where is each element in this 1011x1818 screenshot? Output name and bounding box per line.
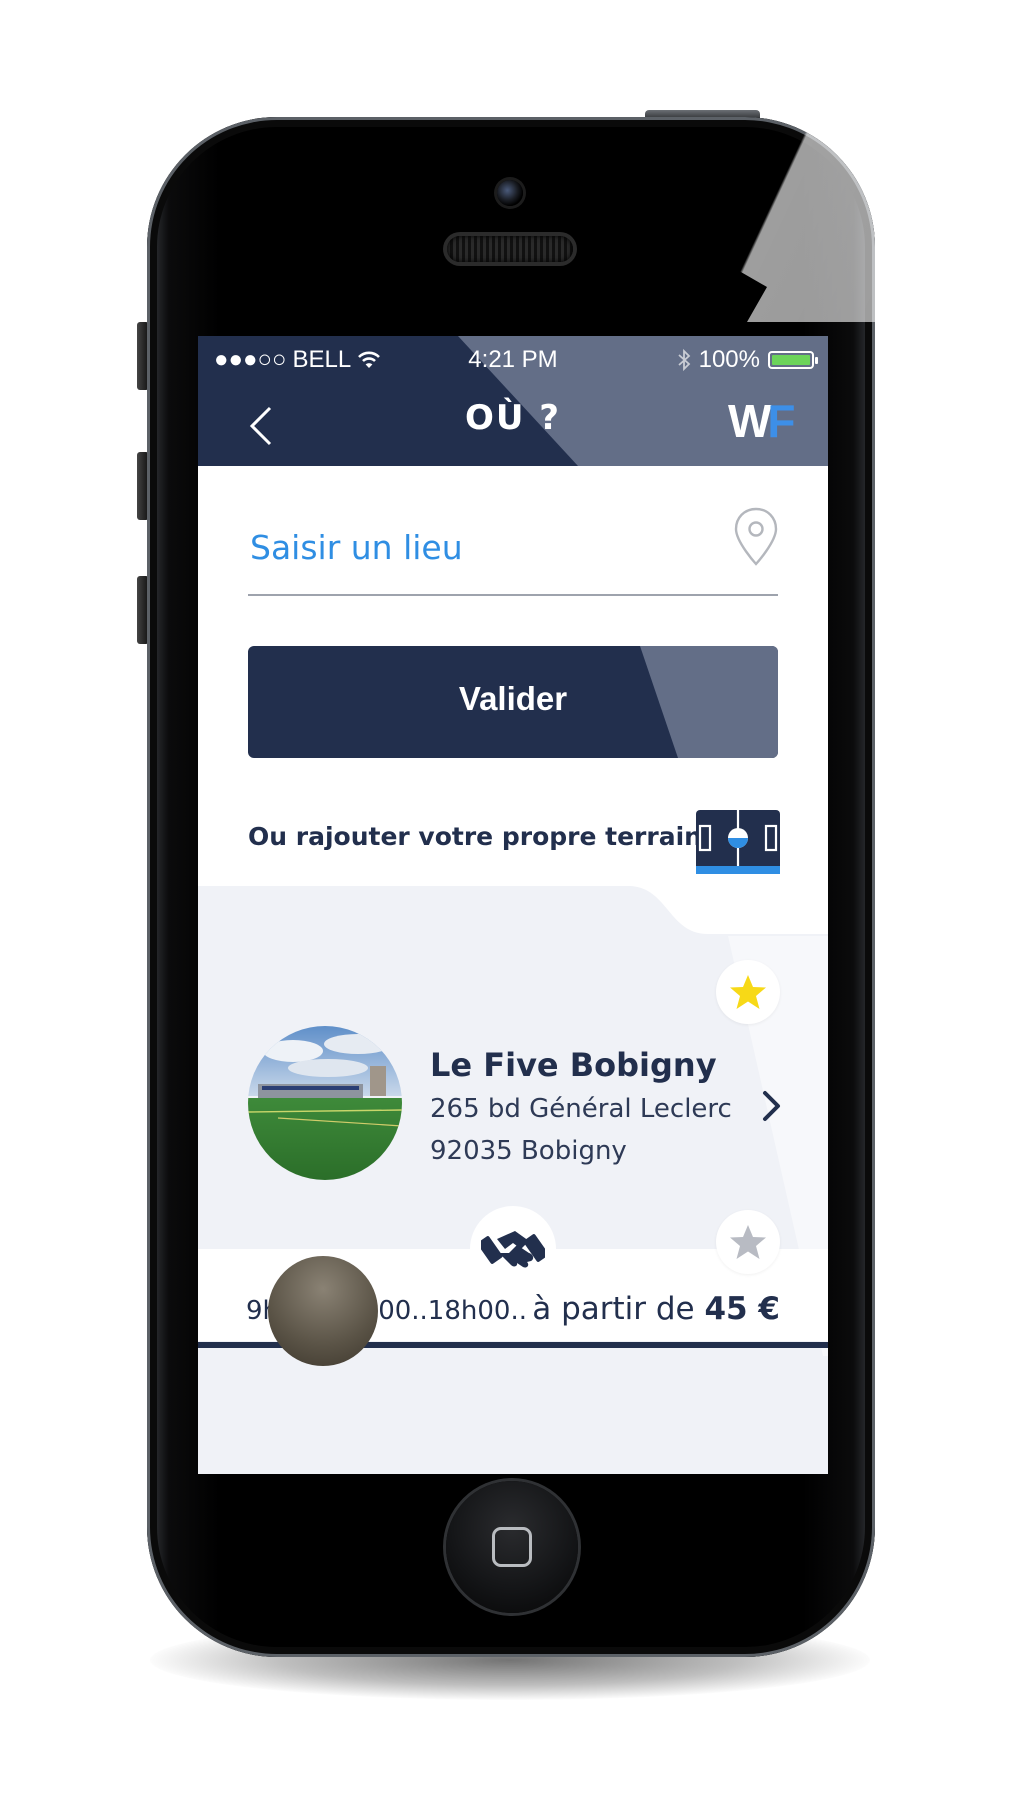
location-pin-icon[interactable] <box>732 506 780 568</box>
star-filled-icon <box>730 975 766 1009</box>
venue-photo <box>248 1026 402 1180</box>
venue-photo <box>268 1256 378 1366</box>
front-camera <box>497 180 523 206</box>
app-header: ●●●○○ BELL 4:21 PM 100% OÙ ? WF <box>198 336 828 466</box>
app-logo: WF <box>728 395 796 447</box>
star-outline-icon <box>730 1225 766 1259</box>
status-bar: ●●●○○ BELL 4:21 PM 100% <box>198 336 828 382</box>
location-search-input[interactable] <box>248 516 722 578</box>
search-underline <box>248 594 778 596</box>
soccer-field-icon[interactable] <box>696 810 780 874</box>
venue-name: Le Five Bobigny <box>430 1046 717 1084</box>
battery-icon <box>768 351 818 369</box>
add-field-label[interactable]: Ou rajouter votre propre terrain <box>248 822 702 851</box>
favorite-button[interactable] <box>716 1210 780 1274</box>
earpiece-speaker <box>447 236 573 262</box>
validate-button[interactable]: Valider <box>248 646 778 758</box>
bluetooth-icon <box>678 348 690 372</box>
handshake-icon <box>481 1231 545 1268</box>
app-screen: ●●●○○ BELL 4:21 PM 100% OÙ ? WF Saisir u… <box>198 336 828 1474</box>
venue-address-line2: 92035 Bobigny <box>430 1136 627 1166</box>
handshake-badge <box>470 1206 556 1292</box>
favorite-button[interactable] <box>716 960 780 1024</box>
chevron-right-icon[interactable] <box>760 1088 784 1124</box>
venue-address-line1: 265 bd Général Leclerc <box>430 1094 732 1124</box>
battery-percent: 100% <box>698 346 760 373</box>
home-square-icon <box>492 1527 532 1567</box>
home-button[interactable] <box>446 1481 578 1613</box>
search-row <box>248 507 778 578</box>
venue-price: à partir de 45 € <box>532 1291 780 1327</box>
